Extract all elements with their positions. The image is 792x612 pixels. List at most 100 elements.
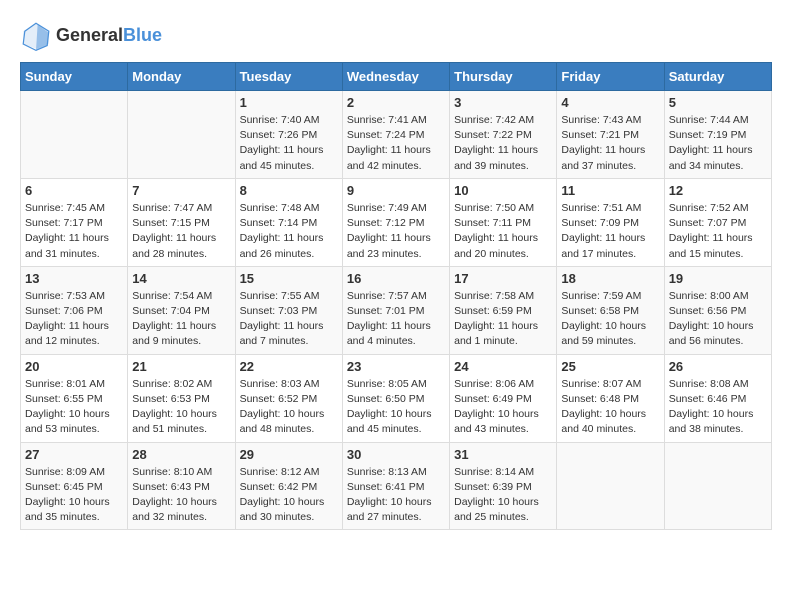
day-number: 24	[454, 359, 552, 374]
weekday-header-wednesday: Wednesday	[342, 63, 449, 91]
day-number: 5	[669, 95, 767, 110]
day-number: 13	[25, 271, 123, 286]
calendar-cell: 15 Sunrise: 7:55 AM Sunset: 7:03 PM Dayli…	[235, 266, 342, 354]
weekday-header-friday: Friday	[557, 63, 664, 91]
calendar-cell: 10 Sunrise: 7:50 AM Sunset: 7:11 PM Dayli…	[450, 178, 557, 266]
calendar-cell: 14 Sunrise: 7:54 AM Sunset: 7:04 PM Dayli…	[128, 266, 235, 354]
day-info: Sunrise: 7:41 AM Sunset: 7:24 PM Dayligh…	[347, 113, 445, 174]
day-number: 23	[347, 359, 445, 374]
day-number: 26	[669, 359, 767, 374]
day-info: Sunrise: 7:51 AM Sunset: 7:09 PM Dayligh…	[561, 201, 659, 262]
weekday-header-saturday: Saturday	[664, 63, 771, 91]
day-number: 21	[132, 359, 230, 374]
day-number: 4	[561, 95, 659, 110]
day-info: Sunrise: 7:42 AM Sunset: 7:22 PM Dayligh…	[454, 113, 552, 174]
day-info: Sunrise: 8:03 AM Sunset: 6:52 PM Dayligh…	[240, 377, 338, 438]
day-number: 16	[347, 271, 445, 286]
day-info: Sunrise: 8:10 AM Sunset: 6:43 PM Dayligh…	[132, 465, 230, 526]
day-info: Sunrise: 7:44 AM Sunset: 7:19 PM Dayligh…	[669, 113, 767, 174]
calendar-cell: 26Sunrise: 8:08 AM Sunset: 6:46 PM Dayli…	[664, 354, 771, 442]
calendar-week-row: 20Sunrise: 8:01 AM Sunset: 6:55 PM Dayli…	[21, 354, 772, 442]
day-info: Sunrise: 8:07 AM Sunset: 6:48 PM Dayligh…	[561, 377, 659, 438]
calendar-cell: 7Sunrise: 7:47 AM Sunset: 7:15 PM Daylig…	[128, 178, 235, 266]
day-info: Sunrise: 8:14 AM Sunset: 6:39 PM Dayligh…	[454, 465, 552, 526]
calendar-week-row: 1Sunrise: 7:40 AM Sunset: 7:26 PM Daylig…	[21, 91, 772, 179]
day-info: Sunrise: 8:00 AM Sunset: 6:56 PM Dayligh…	[669, 289, 767, 350]
day-number: 2	[347, 95, 445, 110]
day-number: 10	[454, 183, 552, 198]
calendar-cell: 21Sunrise: 8:02 AM Sunset: 6:53 PM Dayli…	[128, 354, 235, 442]
calendar-cell: 13 Sunrise: 7:53 AM Sunset: 7:06 PM Dayli…	[21, 266, 128, 354]
weekday-header-sunday: Sunday	[21, 63, 128, 91]
calendar-cell: 3 Sunrise: 7:42 AM Sunset: 7:22 PM Daylig…	[450, 91, 557, 179]
day-number: 18	[561, 271, 659, 286]
day-number: 11	[561, 183, 659, 198]
page-header: GeneralBlue	[20, 20, 772, 52]
day-info: Sunrise: 8:06 AM Sunset: 6:49 PM Dayligh…	[454, 377, 552, 438]
day-number: 29	[240, 447, 338, 462]
logo-general: General	[56, 25, 123, 45]
calendar-cell: 31 Sunrise: 8:14 AM Sunset: 6:39 PM Dayli…	[450, 442, 557, 530]
day-info: Sunrise: 7:43 AM Sunset: 7:21 PM Dayligh…	[561, 113, 659, 174]
calendar-cell: 27 Sunrise: 8:09 AM Sunset: 6:45 PM Dayli…	[21, 442, 128, 530]
day-info: Sunrise: 7:53 AM Sunset: 7:06 PM Dayligh…	[25, 289, 123, 350]
day-number: 8	[240, 183, 338, 198]
logo-icon	[20, 20, 52, 52]
day-number: 31	[454, 447, 552, 462]
calendar-cell: 29 Sunrise: 8:12 AM Sunset: 6:42 PM Dayli…	[235, 442, 342, 530]
calendar-cell	[664, 442, 771, 530]
calendar-cell: 22 Sunrise: 8:03 AM Sunset: 6:52 PM Dayli…	[235, 354, 342, 442]
calendar-cell: 1Sunrise: 7:40 AM Sunset: 7:26 PM Daylig…	[235, 91, 342, 179]
calendar-cell	[128, 91, 235, 179]
day-number: 30	[347, 447, 445, 462]
day-number: 9	[347, 183, 445, 198]
calendar-cell: 12Sunrise: 7:52 AM Sunset: 7:07 PM Dayli…	[664, 178, 771, 266]
calendar-cell: 25Sunrise: 8:07 AM Sunset: 6:48 PM Dayli…	[557, 354, 664, 442]
weekday-header-thursday: Thursday	[450, 63, 557, 91]
calendar-cell	[557, 442, 664, 530]
day-info: Sunrise: 8:05 AM Sunset: 6:50 PM Dayligh…	[347, 377, 445, 438]
day-info: Sunrise: 7:54 AM Sunset: 7:04 PM Dayligh…	[132, 289, 230, 350]
day-info: Sunrise: 7:50 AM Sunset: 7:11 PM Dayligh…	[454, 201, 552, 262]
day-number: 20	[25, 359, 123, 374]
calendar-table: SundayMondayTuesdayWednesdayThursdayFrid…	[20, 62, 772, 530]
day-info: Sunrise: 7:55 AM Sunset: 7:03 PM Dayligh…	[240, 289, 338, 350]
calendar-header: SundayMondayTuesdayWednesdayThursdayFrid…	[21, 63, 772, 91]
day-number: 19	[669, 271, 767, 286]
day-info: Sunrise: 8:09 AM Sunset: 6:45 PM Dayligh…	[25, 465, 123, 526]
calendar-cell: 23 Sunrise: 8:05 AM Sunset: 6:50 PM Dayli…	[342, 354, 449, 442]
day-number: 7	[132, 183, 230, 198]
calendar-cell: 20Sunrise: 8:01 AM Sunset: 6:55 PM Dayli…	[21, 354, 128, 442]
day-info: Sunrise: 7:52 AM Sunset: 7:07 PM Dayligh…	[669, 201, 767, 262]
day-number: 28	[132, 447, 230, 462]
day-number: 6	[25, 183, 123, 198]
weekday-header-monday: Monday	[128, 63, 235, 91]
calendar-cell: 28 Sunrise: 8:10 AM Sunset: 6:43 PM Dayli…	[128, 442, 235, 530]
logo-blue: Blue	[123, 25, 162, 45]
day-number: 22	[240, 359, 338, 374]
calendar-week-row: 27 Sunrise: 8:09 AM Sunset: 6:45 PM Dayli…	[21, 442, 772, 530]
calendar-week-row: 13 Sunrise: 7:53 AM Sunset: 7:06 PM Dayli…	[21, 266, 772, 354]
day-info: Sunrise: 8:13 AM Sunset: 6:41 PM Dayligh…	[347, 465, 445, 526]
day-number: 3	[454, 95, 552, 110]
day-number: 15	[240, 271, 338, 286]
day-info: Sunrise: 7:59 AM Sunset: 6:58 PM Dayligh…	[561, 289, 659, 350]
day-number: 14	[132, 271, 230, 286]
logo: GeneralBlue	[20, 20, 162, 52]
day-info: Sunrise: 8:12 AM Sunset: 6:42 PM Dayligh…	[240, 465, 338, 526]
day-info: Sunrise: 7:57 AM Sunset: 7:01 PM Dayligh…	[347, 289, 445, 350]
calendar-cell: 30 Sunrise: 8:13 AM Sunset: 6:41 PM Dayli…	[342, 442, 449, 530]
calendar-cell: 2 Sunrise: 7:41 AM Sunset: 7:24 PM Daylig…	[342, 91, 449, 179]
calendar-cell: 11 Sunrise: 7:51 AM Sunset: 7:09 PM Dayli…	[557, 178, 664, 266]
calendar-cell	[21, 91, 128, 179]
calendar-week-row: 6 Sunrise: 7:45 AM Sunset: 7:17 PM Daylig…	[21, 178, 772, 266]
calendar-cell: 17Sunrise: 7:58 AM Sunset: 6:59 PM Dayli…	[450, 266, 557, 354]
weekday-header-row: SundayMondayTuesdayWednesdayThursdayFrid…	[21, 63, 772, 91]
day-info: Sunrise: 7:45 AM Sunset: 7:17 PM Dayligh…	[25, 201, 123, 262]
logo-text: GeneralBlue	[56, 26, 162, 46]
weekday-header-tuesday: Tuesday	[235, 63, 342, 91]
day-number: 27	[25, 447, 123, 462]
day-number: 17	[454, 271, 552, 286]
calendar-cell: 6 Sunrise: 7:45 AM Sunset: 7:17 PM Daylig…	[21, 178, 128, 266]
calendar-body: 1Sunrise: 7:40 AM Sunset: 7:26 PM Daylig…	[21, 91, 772, 530]
